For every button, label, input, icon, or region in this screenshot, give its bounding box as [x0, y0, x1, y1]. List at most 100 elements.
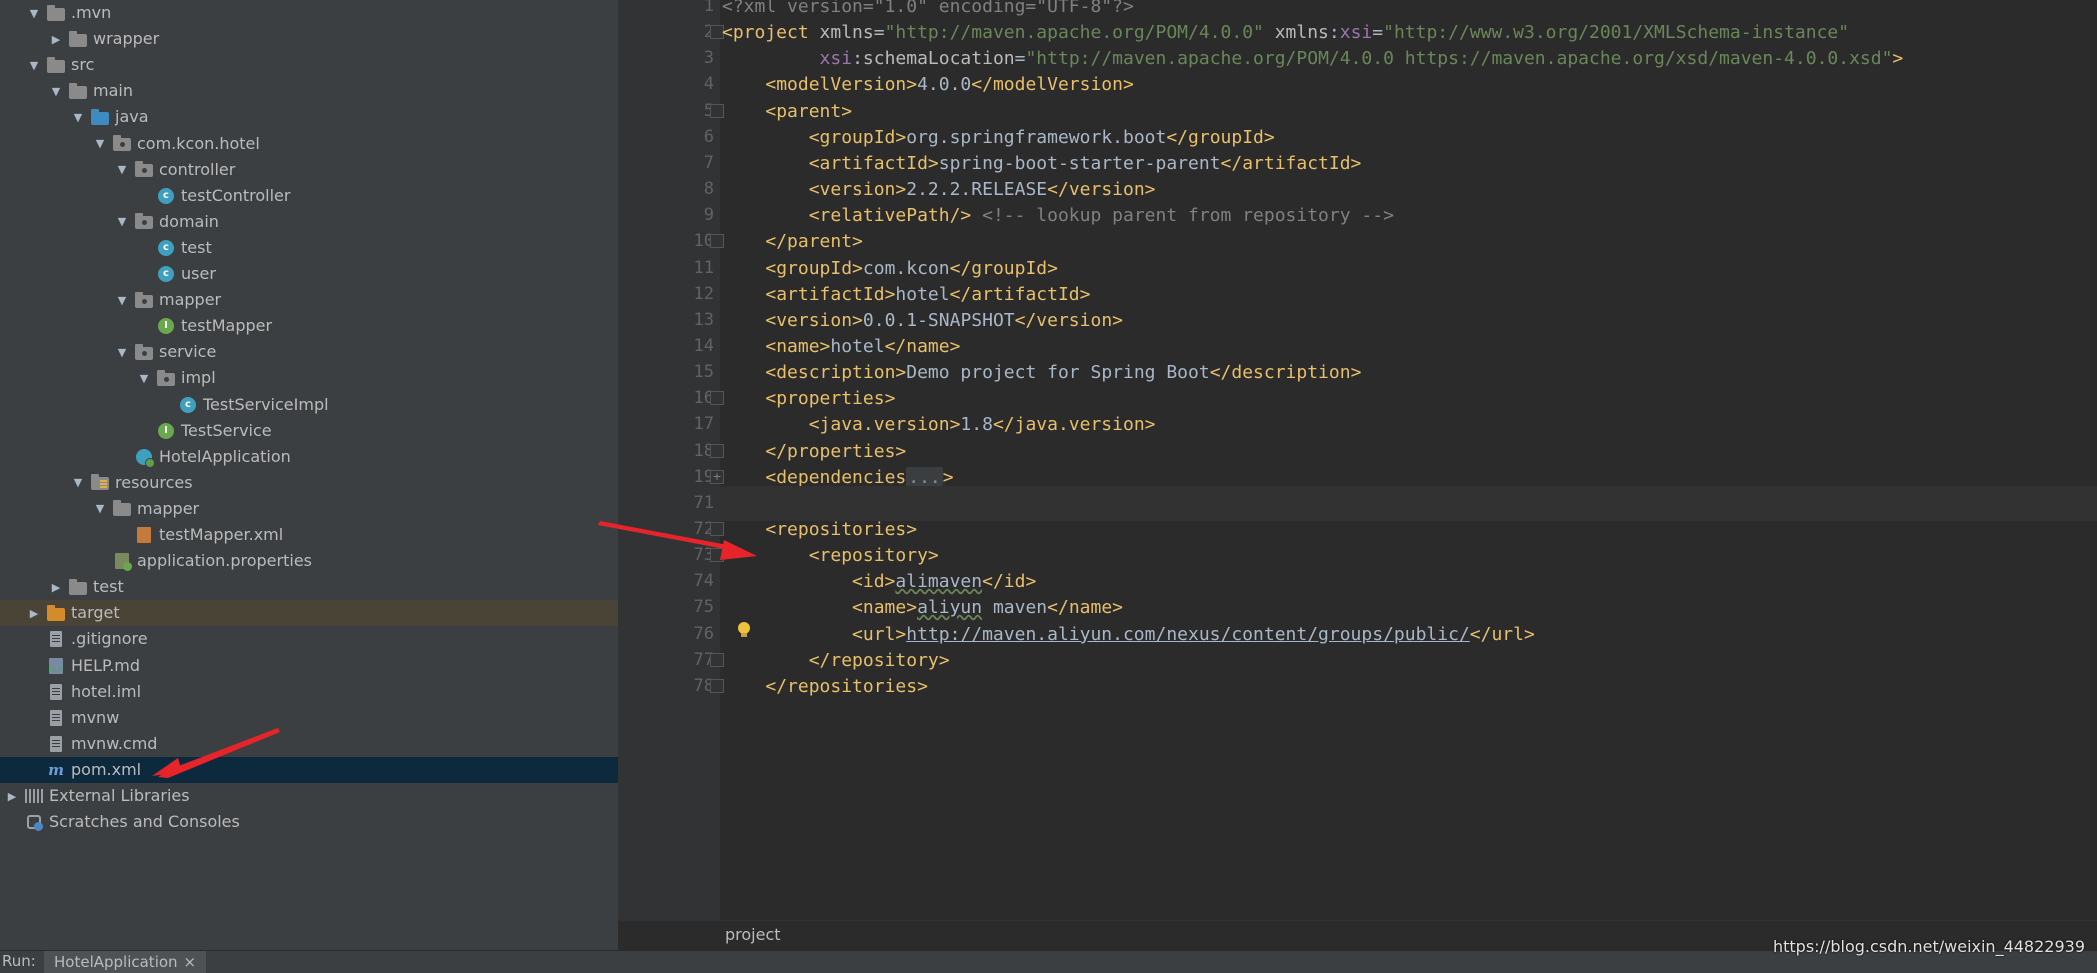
close-icon[interactable]: ×: [184, 953, 197, 971]
code-token: 2.2.2.RELEASE: [906, 179, 1048, 201]
file-icon: [46, 629, 66, 649]
code-token: <id>: [852, 571, 896, 593]
code-token: <repository>: [808, 545, 939, 567]
chevron-down-icon[interactable]: ▼: [88, 502, 112, 515]
code-token: <name>: [765, 335, 831, 357]
tree-item-resources[interactable]: ▼ resources: [0, 470, 618, 496]
code-token: <!-- lookup parent from repository -->: [971, 205, 1394, 227]
xml-file-icon: [134, 525, 154, 545]
chevron-down-icon[interactable]: ▼: [22, 59, 46, 72]
tree-item-application-properties[interactable]: ▶application.properties: [0, 548, 618, 574]
tree-item-label: service: [159, 342, 217, 362]
code-editor[interactable]: 1 2 3 4 5 6 7 8 9 10 11 12 13 14 15 16 17 18 19 +71 72 73 74 75…: [618, 0, 2097, 920]
folder-icon: [46, 55, 66, 75]
chevron-down-icon[interactable]: ▼: [66, 476, 90, 489]
chevron-down-icon[interactable]: ▼: [110, 294, 134, 307]
tree-item-test[interactable]: ▶ test: [0, 574, 618, 600]
tree-item-scratches-and-consoles[interactable]: ▶Scratches and Consoles: [0, 809, 618, 835]
tree-item-src[interactable]: ▼ src: [0, 52, 618, 78]
code-token: </version>: [1047, 179, 1156, 201]
tree-item--mvn[interactable]: ▼ .mvn: [0, 0, 618, 26]
code-line[interactable]: [720, 485, 2097, 521]
tree-item-java[interactable]: ▼ java: [0, 104, 618, 130]
code-token: <description>: [765, 362, 907, 384]
tree-item-label: TestServiceImpl: [203, 394, 329, 414]
tree-item-testserviceimpl[interactable]: ▶cTestServiceImpl: [0, 392, 618, 418]
file-icon: [46, 734, 66, 754]
chevron-down-icon[interactable]: ▼: [44, 85, 68, 98]
tree-item-mvnw-cmd[interactable]: ▶mvnw.cmd: [0, 731, 618, 757]
chevron-down-icon[interactable]: ▼: [110, 163, 134, 176]
code-token: "http://maven.apache.org/POM/4.0.0 https…: [1025, 48, 1893, 70]
code-token: </artifactId>: [949, 283, 1091, 305]
maven-file-icon: m: [48, 760, 64, 779]
tree-item-hotel-iml[interactable]: ▶hotel.iml: [0, 679, 618, 705]
code-token: <modelVersion>: [765, 74, 918, 96]
tree-item-label: test: [181, 237, 212, 257]
code-token: 1.8: [960, 414, 993, 436]
chevron-down-icon[interactable]: ▼: [132, 372, 156, 385]
chevron-right-icon[interactable]: ▶: [22, 607, 46, 620]
code-line[interactable]: </repositories>: [722, 669, 928, 704]
tree-item-wrapper[interactable]: ▶ wrapper: [0, 26, 618, 52]
breadcrumb-project[interactable]: project: [725, 925, 781, 944]
code-token: 0.0.1-SNAPSHOT: [862, 309, 1015, 331]
tree-item-mapper[interactable]: ▼ mapper: [0, 287, 618, 313]
chevron-right-icon[interactable]: ▶: [44, 33, 68, 46]
tree-item-pom-xml[interactable]: ▶mpom.xml: [0, 756, 618, 783]
code-token: 4.0.0: [917, 74, 972, 96]
code-token: <repositories>: [765, 519, 918, 540]
tree-item-help-md[interactable]: ▶HLPHELP.md: [0, 653, 618, 679]
chevron-down-icon[interactable]: ▼: [66, 111, 90, 124]
chevron-right-icon[interactable]: ▶: [44, 581, 68, 594]
code-token: </parent>: [765, 231, 863, 253]
folder-icon: [68, 577, 88, 597]
tree-item-label: mvnw.cmd: [71, 733, 158, 753]
chevron-down-icon[interactable]: ▼: [22, 7, 46, 20]
code-token: <artifactId>: [808, 152, 939, 174]
tree-item-label: java: [115, 107, 149, 127]
code-token: <url>: [852, 623, 907, 645]
tree-item-mvnw[interactable]: ▶mvnw: [0, 705, 618, 731]
run-tab-hotelapplication[interactable]: HotelApplication ×: [44, 951, 207, 973]
tree-item-target[interactable]: ▶ target: [0, 600, 618, 627]
code-token: =: [873, 22, 885, 44]
tree-item-label: hotel.iml: [71, 681, 142, 701]
tree-item-test[interactable]: ▶ctest: [0, 235, 618, 261]
tree-item-testmapper[interactable]: ▶ItestMapper: [0, 313, 618, 339]
tree-item-domain[interactable]: ▼ domain: [0, 209, 618, 235]
tree-item-main[interactable]: ▼ main: [0, 78, 618, 104]
tree-item-external-libraries[interactable]: ▶ External Libraries: [0, 783, 618, 809]
folder-icon: [46, 3, 66, 23]
tree-item-com-kcon-hotel[interactable]: ▼ com.kcon.hotel: [0, 131, 618, 157]
tree-item-service[interactable]: ▼ service: [0, 339, 618, 365]
tree-item-testmapper-xml[interactable]: ▶testMapper.xml: [0, 522, 618, 548]
tree-item-controller[interactable]: ▼ controller: [0, 157, 618, 183]
tree-item-user[interactable]: ▶cuser: [0, 261, 618, 287]
watermark: https://blog.csdn.net/weixin_44822939: [1772, 937, 2085, 956]
tree-item--gitignore[interactable]: ▶.gitignore: [0, 626, 618, 652]
tree-item-label: .mvn: [71, 3, 112, 22]
chevron-down-icon[interactable]: ▼: [110, 346, 134, 359]
tree-item-label: test: [93, 577, 124, 597]
code-token: </properties>: [765, 440, 907, 462]
tree-item-testservice[interactable]: ▶ITestService: [0, 418, 618, 444]
tree-item-hotelapplication[interactable]: ▶HotelApplication: [0, 444, 618, 470]
code-token: </modelVersion>: [971, 74, 1134, 96]
chevron-down-icon[interactable]: ▼: [110, 215, 134, 228]
tree-item-impl[interactable]: ▼ impl: [0, 365, 618, 391]
code-token: hotel: [830, 335, 885, 357]
chevron-down-icon[interactable]: ▼: [88, 137, 112, 150]
tree-item-mapper[interactable]: ▼ mapper: [0, 496, 618, 522]
lightbulb-icon[interactable]: [734, 620, 754, 640]
chevron-right-icon[interactable]: ▶: [0, 790, 24, 803]
tree-item-testcontroller[interactable]: ▶ctestController: [0, 183, 618, 209]
code-token: </name>: [1047, 597, 1123, 619]
tree-item-label: resources: [115, 472, 193, 492]
